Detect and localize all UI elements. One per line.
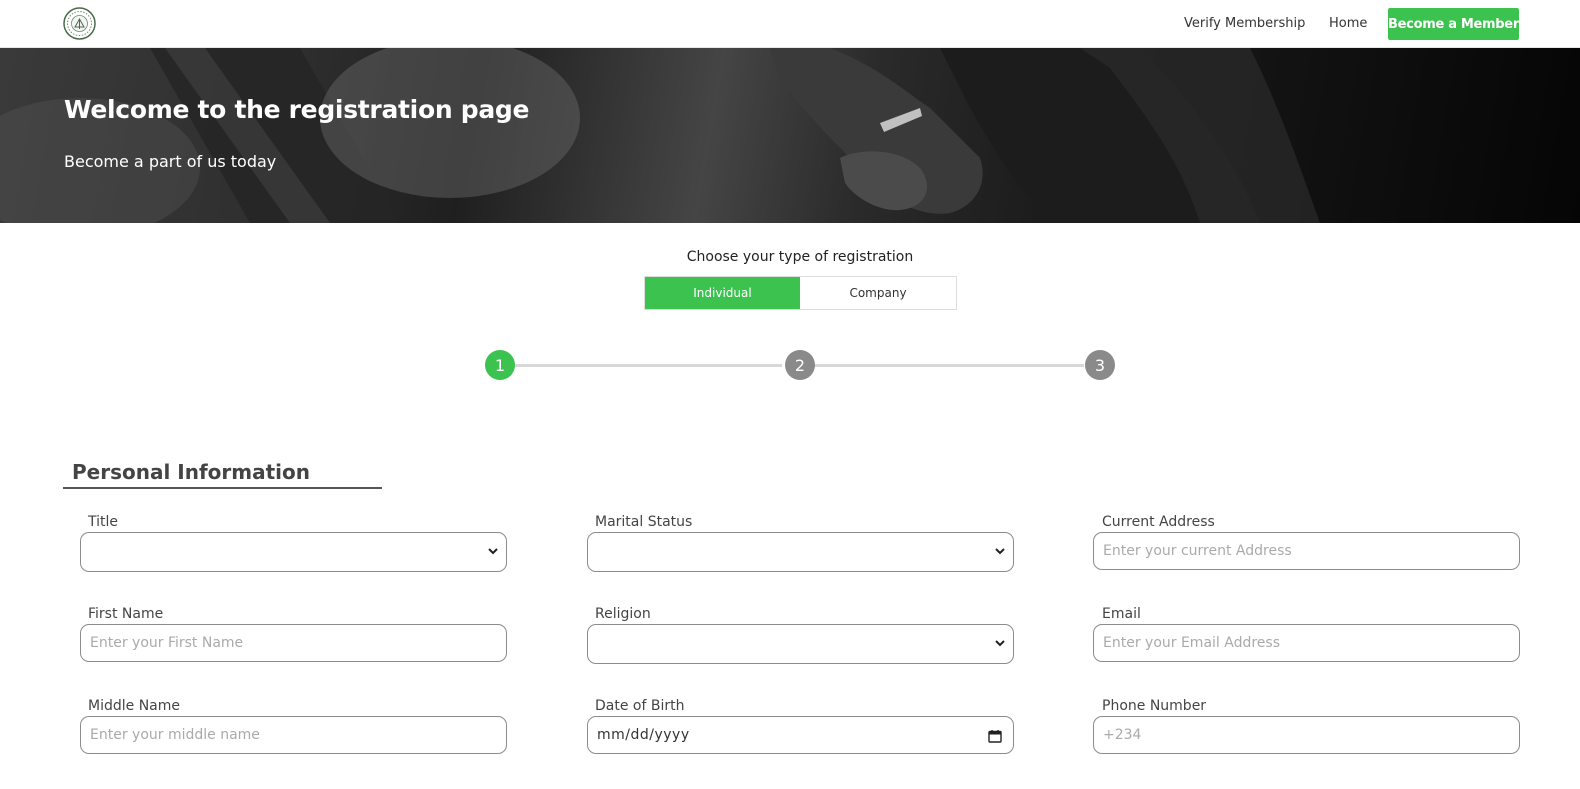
step-connector bbox=[814, 364, 1084, 367]
title-label: Title bbox=[88, 514, 119, 530]
company-option-button[interactable]: Company bbox=[800, 277, 956, 309]
religion-label: Religion bbox=[595, 606, 651, 622]
site-header: Verify Membership Home Become a Member bbox=[0, 0, 1580, 48]
step-3[interactable]: 3 bbox=[1085, 350, 1115, 380]
date-of-birth-input[interactable]: mm/dd/yyyy bbox=[587, 716, 1014, 754]
nav-verify-membership[interactable]: Verify Membership bbox=[1184, 16, 1305, 31]
registration-type-prompt: Choose your type of registration bbox=[686, 249, 914, 265]
registration-type-toggle: Individual Company bbox=[644, 276, 957, 310]
email-label: Email bbox=[1102, 606, 1141, 622]
seal-logo-icon[interactable] bbox=[63, 7, 96, 40]
individual-option-button[interactable]: Individual bbox=[645, 277, 800, 309]
chevron-down-icon bbox=[995, 640, 1005, 647]
phone-number-input[interactable]: +234 bbox=[1093, 716, 1520, 754]
section-title: Personal Information bbox=[72, 460, 310, 484]
date-of-birth-label: Date of Birth bbox=[595, 698, 685, 714]
become-member-button[interactable]: Become a Member bbox=[1388, 8, 1519, 40]
email-placeholder: Enter your Email Address bbox=[1103, 635, 1281, 651]
current-address-placeholder: Enter your current Address bbox=[1103, 543, 1292, 559]
hero-subtitle: Become a part of us today bbox=[64, 152, 277, 171]
hero-banner: Welcome to the registration page Become … bbox=[0, 48, 1580, 223]
title-select[interactable] bbox=[80, 532, 507, 572]
first-name-input[interactable]: Enter your First Name bbox=[80, 624, 507, 662]
chevron-down-icon bbox=[995, 548, 1005, 555]
marital-status-select[interactable] bbox=[587, 532, 1014, 572]
first-name-placeholder: Enter your First Name bbox=[90, 635, 244, 651]
email-field[interactable]: Enter your Email Address bbox=[1093, 624, 1520, 662]
religion-select[interactable] bbox=[587, 624, 1014, 664]
phone-number-label: Phone Number bbox=[1102, 698, 1207, 714]
middle-name-label: Middle Name bbox=[88, 698, 180, 714]
hero-title: Welcome to the registration page bbox=[64, 95, 530, 124]
marital-status-label: Marital Status bbox=[595, 514, 693, 530]
current-address-input[interactable]: Enter your current Address bbox=[1093, 532, 1520, 570]
step-1[interactable]: 1 bbox=[485, 350, 515, 380]
step-2[interactable]: 2 bbox=[785, 350, 815, 380]
nav-home[interactable]: Home bbox=[1329, 16, 1367, 31]
hero-background-image bbox=[0, 48, 1320, 223]
chevron-down-icon bbox=[488, 548, 498, 555]
middle-name-input[interactable]: Enter your middle name bbox=[80, 716, 507, 754]
current-address-label: Current Address bbox=[1102, 514, 1215, 530]
section-divider bbox=[63, 487, 382, 489]
phone-number-placeholder: +234 bbox=[1103, 727, 1142, 743]
date-of-birth-value: mm/dd/yyyy bbox=[597, 727, 690, 743]
calendar-icon[interactable] bbox=[988, 729, 1002, 743]
step-connector bbox=[514, 364, 782, 367]
middle-name-placeholder: Enter your middle name bbox=[90, 727, 260, 743]
first-name-label: First Name bbox=[88, 606, 164, 622]
